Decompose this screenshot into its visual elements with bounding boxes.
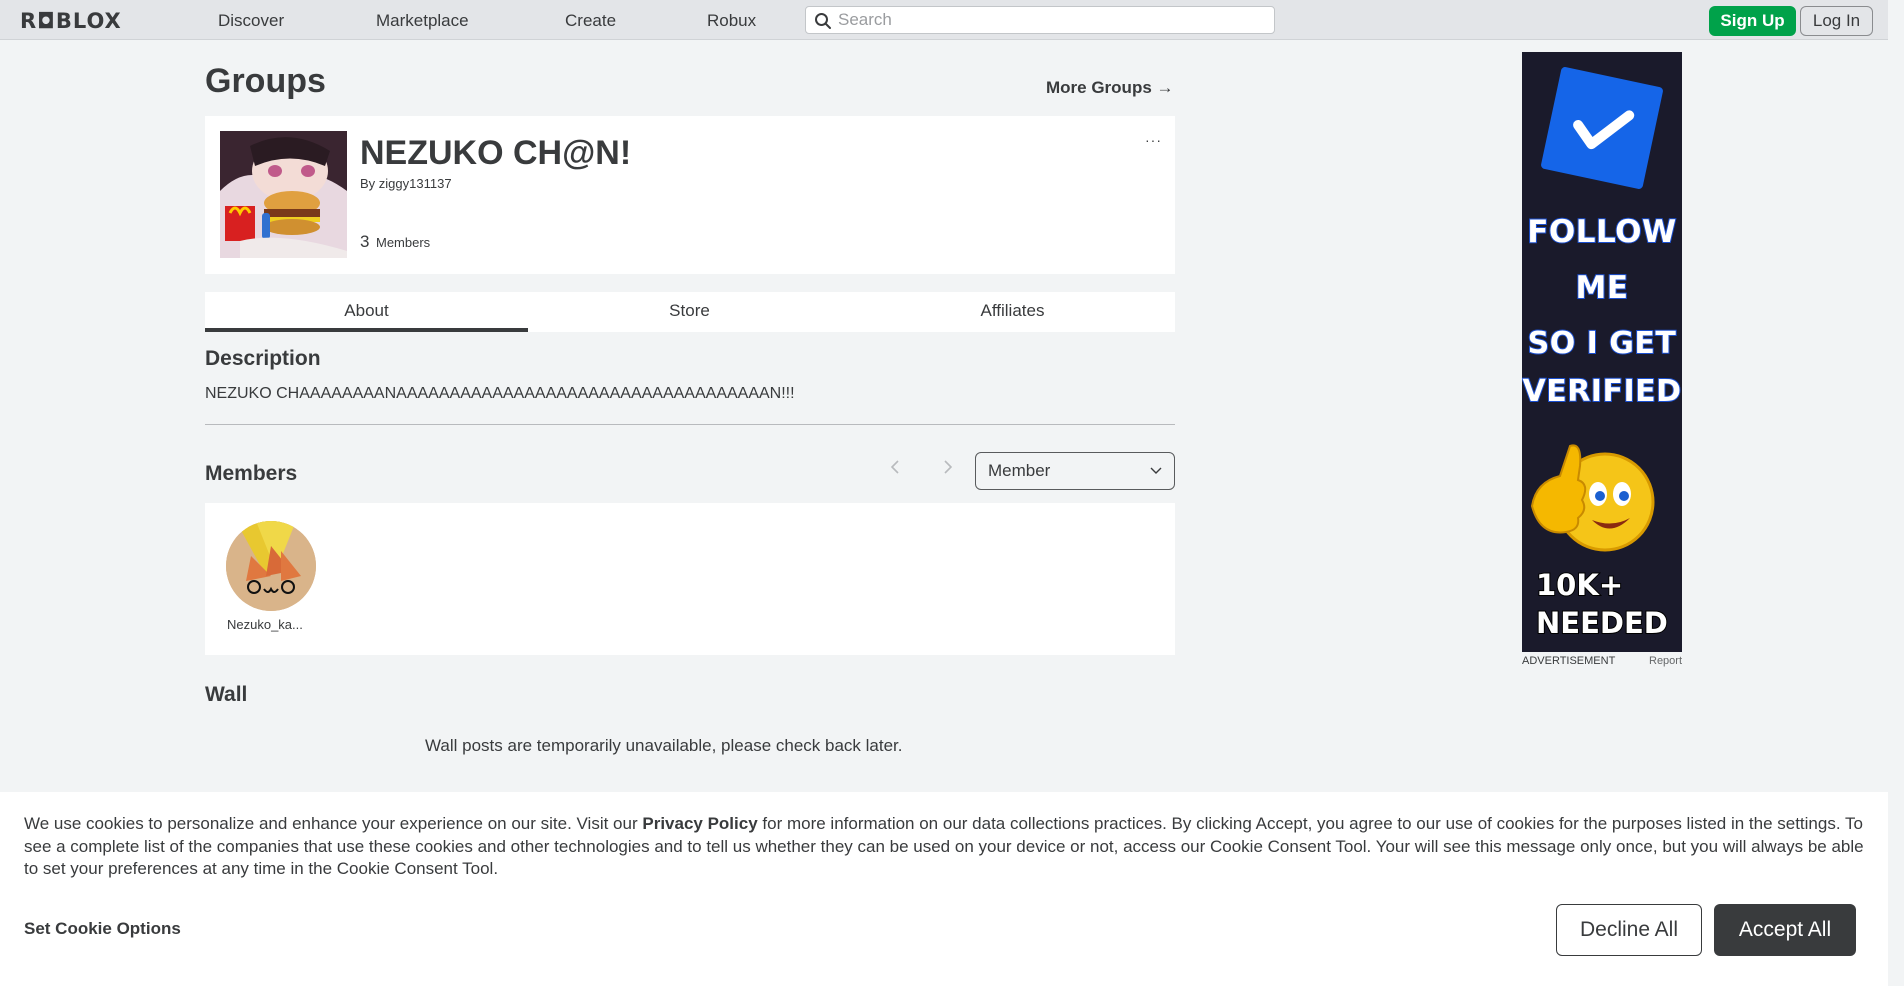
log-in-button[interactable]: Log In [1800, 6, 1873, 36]
section-divider [205, 424, 1175, 425]
accept-all-button[interactable]: Accept All [1714, 904, 1856, 956]
privacy-policy-link[interactable]: Privacy Policy [642, 814, 757, 833]
wall-unavailable-message: Wall posts are temporarily unavailable, … [425, 736, 903, 755]
decline-all-button[interactable]: Decline All [1556, 904, 1702, 956]
more-groups-link[interactable]: More Groups → [1046, 78, 1174, 98]
more-options-icon[interactable]: ··· [1145, 132, 1162, 148]
group-name: NEZUKO CH@N! [360, 134, 632, 172]
cookie-notice-text: We use cookies to personalize and enhanc… [24, 813, 1874, 881]
group-tabs: About Store Affiliates [205, 292, 1175, 332]
scrollbar-track[interactable] [1888, 0, 1904, 792]
thumbs-up-emoji-icon [1530, 444, 1655, 552]
owner-link[interactable]: ziggy131137 [379, 176, 452, 191]
member-count: 3 [360, 232, 370, 251]
group-header-card: NEZUKO CH@N! By ziggy131137 3 Members ··… [205, 116, 1175, 274]
role-dropdown[interactable]: Member [975, 452, 1175, 490]
members-heading: Members [205, 462, 298, 485]
ad-text-line: ME [1574, 269, 1629, 307]
member-name[interactable]: Nezuko_ka... [227, 617, 303, 632]
search-box [805, 6, 1275, 34]
tab-store[interactable]: Store [528, 292, 851, 332]
group-emblem-image [220, 131, 347, 258]
owner-prefix: By [360, 176, 376, 191]
cookie-consent-banner: We use cookies to personalize and enhanc… [0, 792, 1888, 986]
wall-heading: Wall [205, 683, 248, 706]
cookie-text-part: We use cookies to personalize and enhanc… [24, 814, 643, 833]
ad-text-line: SO I GET [1527, 325, 1677, 362]
roblox-logo[interactable]: R◘BLOX [20, 9, 122, 33]
ad-text-line: FOLLOW [1526, 213, 1677, 251]
nav-link-robux[interactable]: Robux [707, 11, 756, 31]
member-avatar[interactable] [226, 521, 316, 611]
search-icon[interactable] [814, 12, 832, 30]
next-page-icon[interactable] [942, 458, 954, 481]
set-cookie-options-link[interactable]: Set Cookie Options [24, 919, 181, 939]
advertisement-banner[interactable]: FOLLOW ME SO I GET VERIFIED 10K+ NEEDED [1522, 52, 1682, 652]
nav-link-marketplace[interactable]: Marketplace [376, 11, 469, 31]
group-owner-line: By ziggy131137 [360, 176, 452, 191]
verified-check-icon [1540, 66, 1664, 190]
sign-up-button[interactable]: Sign Up [1709, 6, 1796, 36]
chevron-down-icon [1150, 467, 1162, 474]
tab-affiliates[interactable]: Affiliates [851, 292, 1174, 332]
nav-link-create[interactable]: Create [565, 11, 616, 31]
description-heading: Description [205, 347, 321, 370]
report-ad-link[interactable]: Report [1649, 655, 1682, 667]
previous-page-icon[interactable] [889, 458, 901, 481]
members-list: Nezuko_ka... [205, 503, 1175, 655]
search-input[interactable] [838, 9, 1258, 31]
top-navigation-bar: R◘BLOX Discover Marketplace Create Robux… [0, 0, 1888, 40]
member-count-label: Members [376, 235, 431, 250]
page-title: Groups [205, 62, 326, 100]
ad-text-line: NEEDED [1535, 605, 1669, 641]
tab-about[interactable]: About [205, 292, 528, 332]
nav-link-discover[interactable]: Discover [218, 11, 284, 31]
advertisement-label: ADVERTISEMENT [1522, 655, 1616, 667]
group-description: NEZUKO CHAAAAAAAANAAAAAAAAAAAAAAAAAAAAAA… [205, 385, 795, 402]
role-dropdown-value: Member [988, 461, 1051, 480]
ad-text-line: 10K+ [1535, 567, 1624, 603]
ad-text-line: VERIFIED [1522, 373, 1682, 410]
